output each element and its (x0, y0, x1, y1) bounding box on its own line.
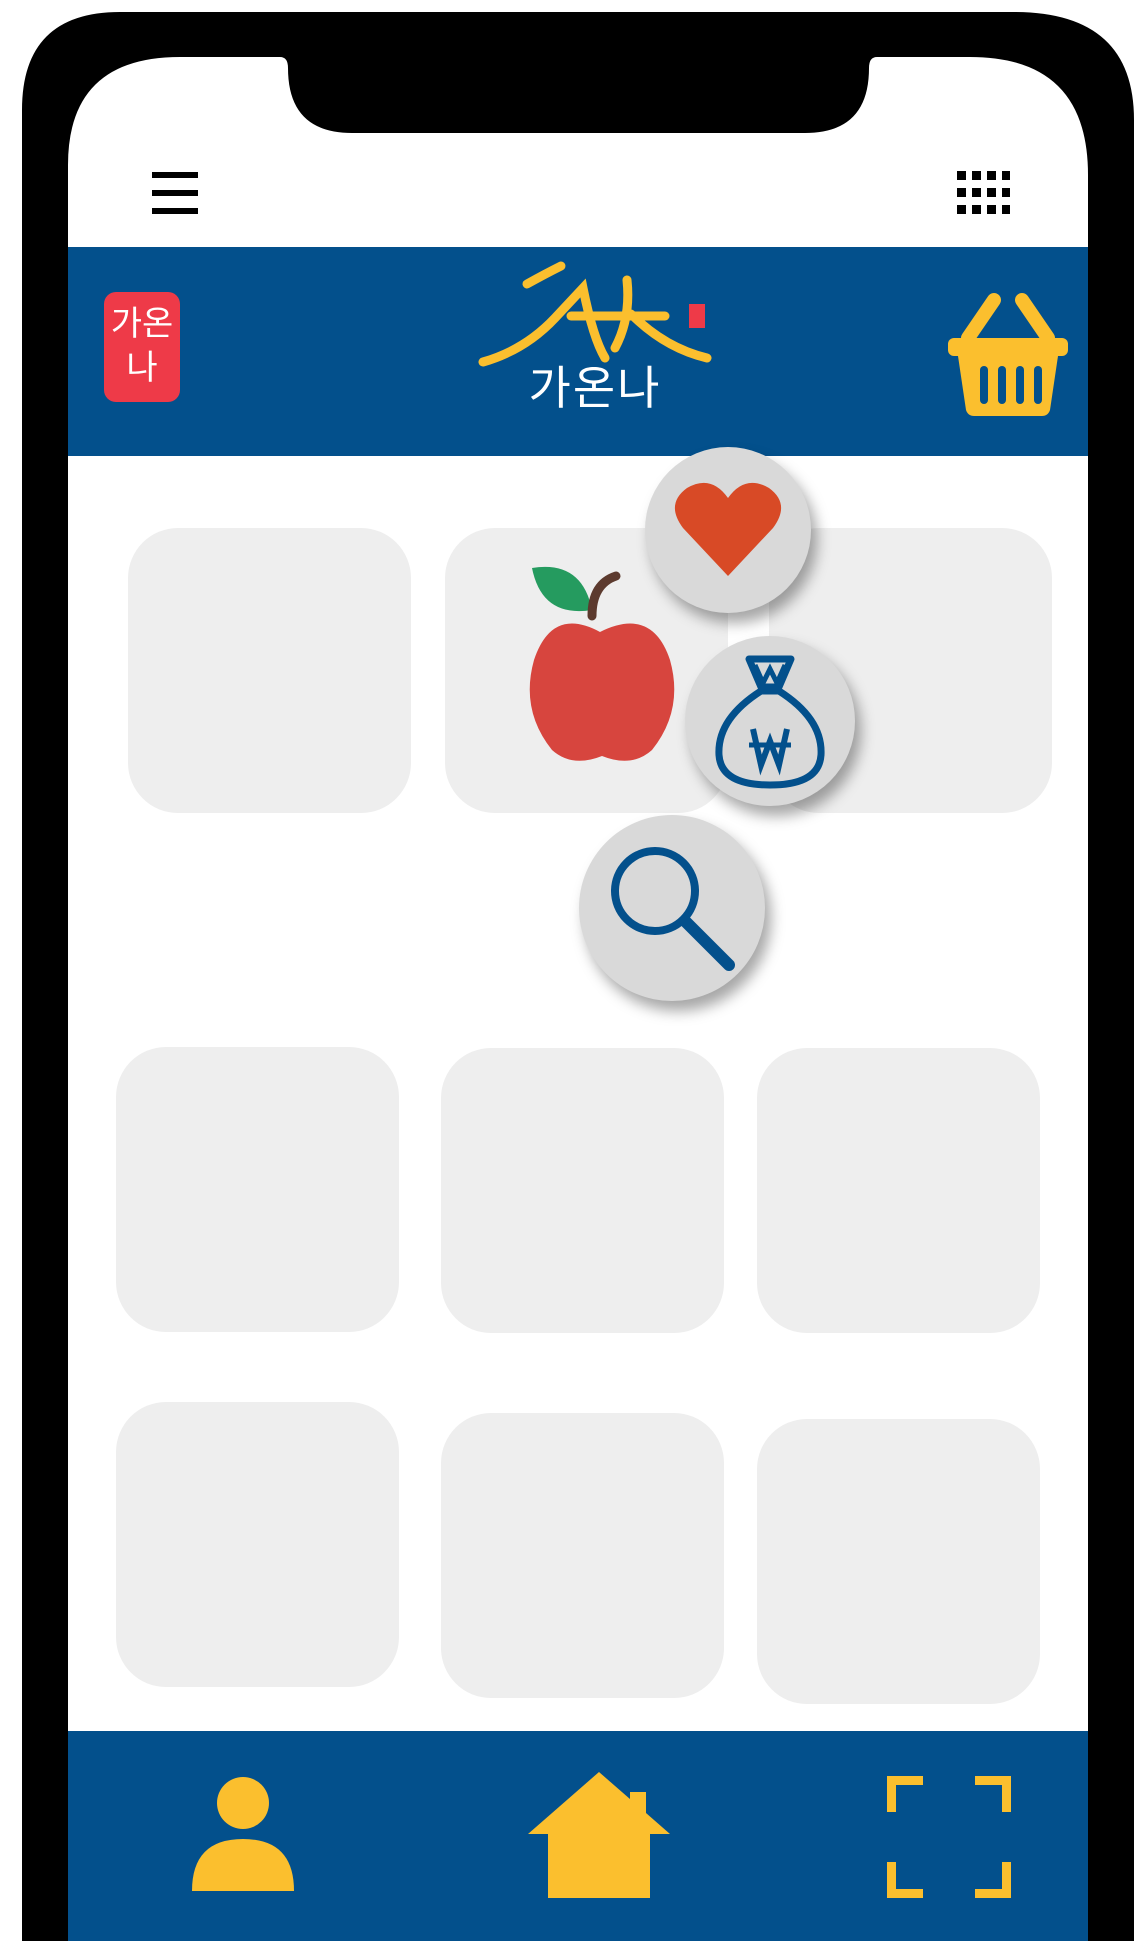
grid-icon (957, 171, 1011, 214)
product-tile-6[interactable] (757, 1048, 1040, 1333)
favorite-button[interactable] (645, 447, 811, 613)
magnifier-icon (611, 847, 735, 971)
product-tile-4[interactable] (116, 1047, 399, 1332)
home-icon (528, 1772, 670, 1898)
brand-badge-label: 가온나 (110, 304, 174, 388)
heart-icon (674, 482, 782, 576)
basket-icon (948, 293, 1068, 416)
price-button[interactable] (685, 636, 855, 806)
product-tile-1[interactable] (128, 528, 411, 813)
brand-logo-text: 가온나 (528, 361, 662, 415)
home-nav-button[interactable] (526, 1770, 672, 1900)
menu-button[interactable] (146, 164, 206, 224)
user-icon (192, 1777, 294, 1891)
product-tile-5[interactable] (441, 1048, 724, 1333)
profile-nav-button[interactable] (190, 1775, 296, 1895)
money-bag-won-icon (715, 655, 825, 789)
scan-frame-icon (886, 1775, 1012, 1899)
product-tile-8[interactable] (441, 1413, 724, 1698)
search-button[interactable] (579, 815, 765, 1001)
product-tile-7[interactable] (116, 1402, 399, 1687)
scan-nav-button[interactable] (886, 1775, 1012, 1899)
product-tile-9[interactable] (757, 1419, 1040, 1704)
hamburger-menu-icon (152, 172, 198, 214)
apps-button[interactable] (950, 164, 1011, 224)
apple-image (529, 566, 675, 761)
app-screen: 가온나 가온나 (0, 0, 1134, 1941)
cart-button[interactable] (946, 292, 1070, 418)
